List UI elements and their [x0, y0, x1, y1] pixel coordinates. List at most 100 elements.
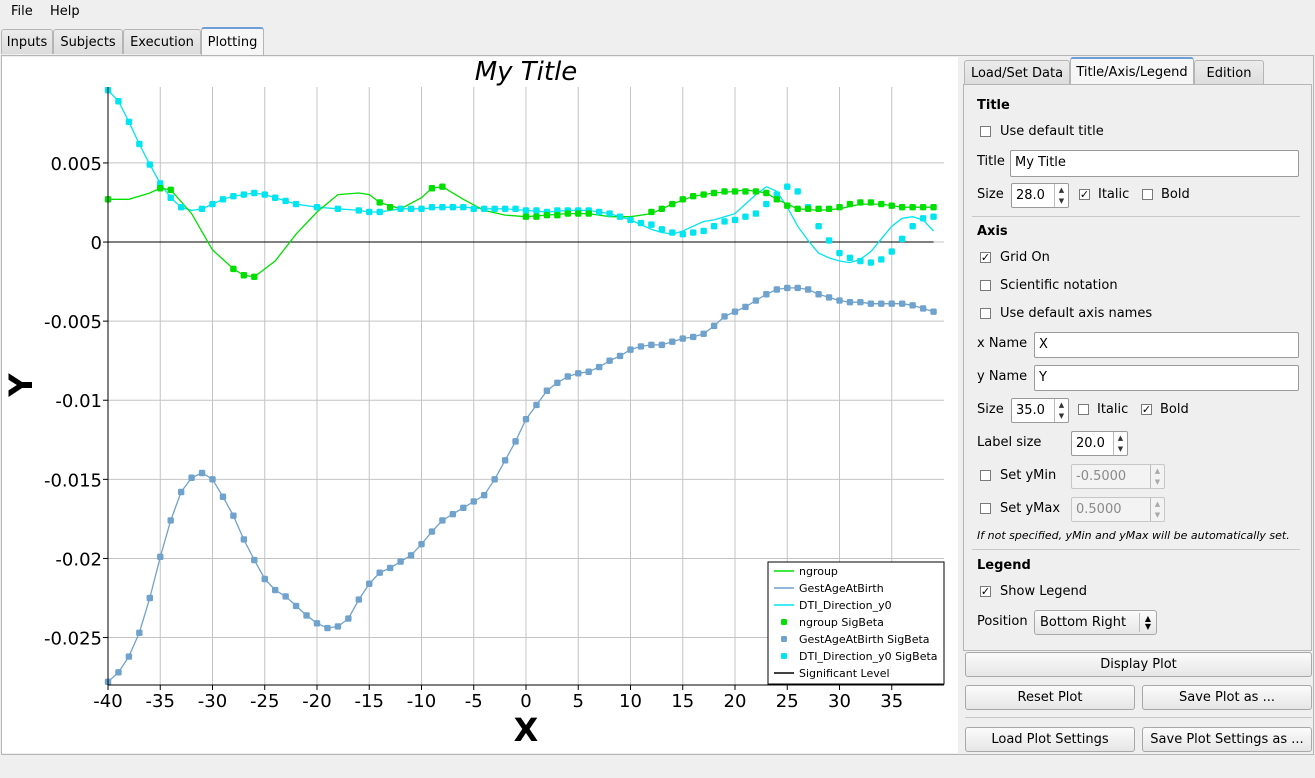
tab-plotting[interactable]: Plotting [201, 27, 264, 56]
dti-direction-y0-sigbeta-point [857, 257, 864, 265]
display-plot-button[interactable]: Display Plot [965, 652, 1312, 677]
scientific-notation-checkbox[interactable] [980, 280, 991, 291]
grid-on-label: Grid On [1000, 250, 1050, 265]
title-size-label: Size [977, 187, 1004, 202]
gestageatbirth-sigbeta-point [491, 476, 498, 483]
axis-bold-checkbox[interactable]: ✓ [1141, 404, 1152, 415]
gestageatbirth-sigbeta-point [230, 512, 237, 519]
dti-direction-y0-sigbeta-point [251, 189, 258, 197]
dti-direction-y0-sigbeta-point [669, 229, 676, 236]
default-axis-names-checkbox[interactable] [980, 308, 991, 319]
ngroup-sigbeta-point [930, 204, 937, 211]
gestageatbirth-sigbeta-point [679, 335, 686, 342]
tab-title-axis-legend[interactable]: Title/Axis/Legend [1070, 57, 1194, 86]
title-size-spinbox[interactable]: 28.0 ▲ ▼ [1011, 183, 1069, 208]
show-legend-label: Show Legend [1000, 584, 1087, 599]
spin-arrows-icon[interactable]: ▲ ▼ [1054, 184, 1068, 207]
grid-on-checkbox[interactable]: ✓ [980, 252, 991, 263]
check-icon: ✓ [1079, 188, 1090, 201]
gestageatbirth-sigbeta-point [522, 416, 530, 423]
dti-direction-y0-sigbeta-point [752, 210, 760, 217]
y-tick-label: -0.025 [44, 629, 102, 650]
legend-swatch-point [781, 653, 787, 659]
ngroup-sigbeta-point [648, 208, 655, 216]
x-tick-label: -40 [93, 691, 122, 712]
x-tick-label: -30 [198, 691, 227, 712]
gestageatbirth-sigbeta-point [198, 469, 206, 477]
dti-direction-y0-sigbeta-point [125, 118, 133, 126]
plot-area: -40 -35 -30 -25 -20 -15 -10 -5 0 5 10 15 20 25 30 35 0.0… [2, 57, 958, 753]
dti-direction-y0-sigbeta-point [731, 216, 739, 224]
menu-file[interactable]: File [11, 4, 33, 19]
save-plot-button[interactable]: Save Plot as ... [1142, 685, 1312, 710]
ngroup-sigbeta-point [575, 210, 582, 217]
tab-execution[interactable]: Execution [123, 29, 201, 54]
menu-help[interactable]: Help [50, 4, 80, 19]
spin-arrows-icon: ▲ ▼ [1150, 498, 1164, 521]
gestageatbirth-sigbeta-point [825, 294, 833, 301]
ylimit-note: If not specified, yMin and yMax will be … [977, 529, 1290, 542]
dti-direction-y0-sigbeta-point [899, 235, 906, 243]
gestageatbirth-sigbeta-point [658, 341, 666, 349]
x-name-input[interactable]: X [1034, 332, 1299, 358]
ngroup-sigbeta-point [439, 183, 446, 190]
dti-direction-y0-sigbeta-point [481, 205, 488, 213]
ngroup-sigbeta-point [700, 191, 707, 198]
tab-inputs[interactable]: Inputs [1, 29, 53, 54]
title-bold-checkbox[interactable] [1142, 189, 1153, 200]
ngroup-sigbeta-point [167, 186, 174, 194]
spin-arrows-icon[interactable]: ▲ ▼ [1113, 432, 1127, 455]
ngroup-sigbeta-point [878, 200, 885, 208]
dti-direction-y0-sigbeta-point [282, 197, 289, 205]
gestageatbirth-sigbeta-point [324, 624, 331, 632]
ymax-spinbox: 0.5000 ▲ ▼ [1071, 497, 1165, 522]
y-name-input[interactable]: Y [1034, 365, 1299, 391]
reset-plot-button[interactable]: Reset Plot [965, 685, 1135, 710]
label-size-spinbox[interactable]: 20.0 ▲ ▼ [1071, 431, 1128, 456]
y-axis-title: Y [2, 373, 40, 398]
spin-arrows-icon[interactable]: ▲ ▼ [1054, 399, 1068, 422]
title-italic-checkbox[interactable]: ✓ [1079, 189, 1090, 200]
set-ymin-checkbox[interactable] [980, 470, 991, 481]
tab-subjects[interactable]: Subjects [53, 29, 123, 54]
dti-direction-y0-sigbeta-point [846, 254, 854, 262]
position-select[interactable]: Bottom Right ▲ ▼ [1034, 610, 1157, 635]
gestageatbirth-sigbeta-point [899, 300, 906, 307]
title-size-value: 28.0 [1016, 188, 1045, 203]
axis-size-spinbox[interactable]: 35.0 ▲ ▼ [1011, 398, 1069, 423]
axis-italic-checkbox[interactable] [1078, 404, 1089, 415]
label-size-value: 20.0 [1076, 436, 1105, 451]
tab-edition[interactable]: Edition [1194, 60, 1264, 85]
title-input[interactable]: My Title [1010, 150, 1299, 177]
gestageatbirth-sigbeta-point [763, 291, 770, 298]
dti-direction-y0-sigbeta-point [449, 204, 457, 211]
dti-direction-y0-sigbeta-point [825, 237, 833, 244]
check-icon: ✓ [980, 585, 991, 598]
legend-swatch-point [781, 619, 787, 625]
gestageatbirth-sigbeta-point [721, 313, 728, 320]
dti-direction-y0-sigbeta-point [867, 259, 875, 266]
save-plot-settings-button[interactable]: Save Plot Settings as ... [1142, 727, 1312, 752]
dti-direction-y0-sigbeta-point [167, 194, 174, 201]
dti-direction-y0-sigbeta-point [815, 223, 822, 230]
ngroup-sigbeta-point [240, 272, 248, 279]
gestageatbirth-sigbeta-point [919, 305, 927, 312]
gestageatbirth-sigbeta-point [449, 510, 457, 518]
gestageatbirth-sigbeta-point [397, 558, 404, 565]
tab-load-set-data[interactable]: Load/Set Data [964, 60, 1070, 85]
gestageatbirth-sigbeta-point [867, 300, 875, 307]
ngroup-sigbeta-point [376, 199, 383, 206]
title-section-heading: Title [977, 98, 1010, 113]
use-default-title-checkbox[interactable] [980, 126, 991, 137]
gestageatbirth-sigbeta-point [742, 303, 749, 311]
dti-direction-y0-sigbeta-point [219, 196, 227, 203]
dti-direction-y0-sigbeta-point [115, 98, 122, 105]
ngroup-sigbeta-point [867, 199, 875, 206]
gestageatbirth-sigbeta-point [595, 363, 603, 371]
set-ymax-checkbox[interactable] [980, 503, 991, 514]
dti-direction-y0-sigbeta-point [292, 200, 300, 208]
show-legend-checkbox[interactable]: ✓ [980, 586, 991, 597]
load-plot-settings-button[interactable]: Load Plot Settings [965, 727, 1135, 752]
gestageatbirth-sigbeta-point [888, 300, 895, 307]
dti-direction-y0-sigbeta-point [177, 204, 185, 211]
